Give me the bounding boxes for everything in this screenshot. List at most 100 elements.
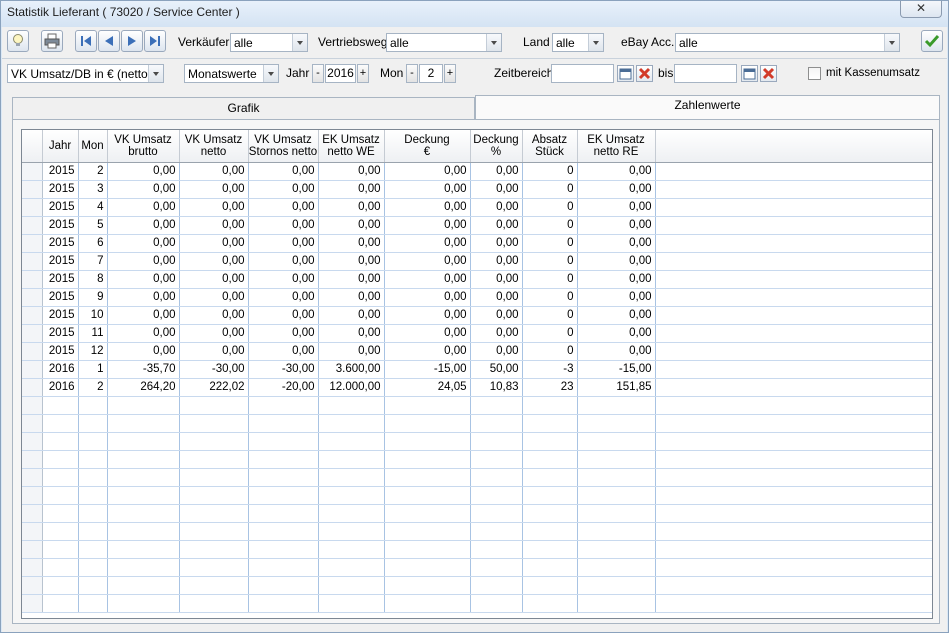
table-cell[interactable]: -15,00 — [577, 360, 656, 379]
row-indicator[interactable] — [22, 378, 43, 397]
table-cell[interactable] — [577, 576, 656, 595]
table-cell[interactable] — [470, 558, 523, 577]
mon-increment-button[interactable]: + — [444, 64, 456, 83]
table-cell[interactable] — [384, 522, 471, 541]
table-cell[interactable]: 50,00 — [470, 360, 523, 379]
mon-decrement-button[interactable]: - — [406, 64, 418, 83]
table-cell[interactable] — [107, 576, 180, 595]
calendar-icon[interactable] — [741, 65, 758, 82]
table-row[interactable] — [22, 432, 932, 451]
table-cell[interactable]: 0,00 — [318, 288, 385, 307]
table-cell[interactable] — [577, 522, 656, 541]
table-cell[interactable] — [107, 486, 180, 505]
row-indicator[interactable] — [22, 216, 43, 235]
table-cell[interactable]: 0,00 — [470, 162, 523, 181]
table-row[interactable]: 2015 7 0,00 0,00 0,00 0,00 0,00 0,00 0 0,00 — [22, 252, 932, 271]
table-cell[interactable]: 0,00 — [107, 270, 180, 289]
table-cell[interactable]: 0,00 — [107, 180, 180, 199]
table-cell[interactable]: 0,00 — [248, 342, 319, 361]
table-cell[interactable]: 0,00 — [577, 342, 656, 361]
table-cell[interactable] — [107, 540, 180, 559]
verkaeufer-select[interactable]: alle — [230, 33, 308, 52]
measure-select[interactable]: VK Umsatz/DB in € (netto) — [7, 64, 164, 83]
table-cell[interactable]: 0,00 — [577, 234, 656, 253]
table-cell[interactable]: 0,00 — [318, 234, 385, 253]
row-indicator[interactable] — [22, 234, 43, 253]
table-cell[interactable] — [522, 486, 578, 505]
table-cell[interactable]: 2 — [78, 162, 108, 181]
prev-icon[interactable] — [98, 30, 120, 52]
table-cell[interactable]: 0 — [522, 162, 578, 181]
row-indicator[interactable] — [22, 504, 43, 523]
clear-date-icon[interactable] — [636, 65, 653, 82]
table-cell[interactable]: 12 — [78, 342, 108, 361]
row-indicator[interactable] — [22, 270, 43, 289]
table-cell[interactable] — [42, 414, 79, 433]
table-cell[interactable] — [107, 432, 180, 451]
table-cell[interactable]: 0,00 — [384, 198, 471, 217]
table-row[interactable]: 2016 2 264,20 222,02 -20,00 12.000,00 24,05 10,… — [22, 378, 932, 397]
table-cell[interactable]: -35,70 — [107, 360, 180, 379]
table-cell[interactable] — [248, 540, 319, 559]
table-cell[interactable]: 0,00 — [470, 306, 523, 325]
table-cell[interactable]: 0,00 — [318, 216, 385, 235]
table-cell[interactable]: 0,00 — [318, 180, 385, 199]
table-cell[interactable] — [470, 540, 523, 559]
table-cell[interactable] — [522, 396, 578, 415]
table-cell[interactable]: 0,00 — [179, 270, 249, 289]
table-cell[interactable] — [179, 558, 249, 577]
table-cell[interactable]: 0,00 — [248, 270, 319, 289]
period-select[interactable]: Monatswerte — [184, 64, 279, 83]
table-cell[interactable]: 0,00 — [384, 342, 471, 361]
table-row[interactable] — [22, 594, 932, 613]
row-indicator[interactable] — [22, 342, 43, 361]
table-cell[interactable] — [470, 432, 523, 451]
table-cell[interactable] — [470, 522, 523, 541]
table-cell[interactable]: 0,00 — [248, 198, 319, 217]
table-cell[interactable]: 6 — [78, 234, 108, 253]
table-cell[interactable]: -15,00 — [384, 360, 471, 379]
table-cell[interactable]: 4 — [78, 198, 108, 217]
table-cell[interactable]: 0,00 — [107, 342, 180, 361]
table-cell[interactable]: 0,00 — [470, 288, 523, 307]
table-cell[interactable] — [78, 540, 108, 559]
table-cell[interactable] — [318, 558, 385, 577]
table-cell[interactable] — [248, 396, 319, 415]
table-cell[interactable]: 0,00 — [248, 252, 319, 271]
table-cell[interactable] — [522, 432, 578, 451]
table-cell[interactable]: 0,00 — [577, 306, 656, 325]
column-header[interactable]: VK Umsatz netto — [179, 130, 249, 163]
table-cell[interactable]: 0,00 — [179, 252, 249, 271]
table-cell[interactable] — [522, 558, 578, 577]
table-cell[interactable]: 2 — [78, 378, 108, 397]
table-cell[interactable] — [577, 504, 656, 523]
table-cell[interactable]: 0,00 — [318, 162, 385, 181]
table-cell[interactable] — [78, 486, 108, 505]
table-row[interactable]: 2015 3 0,00 0,00 0,00 0,00 0,00 0,00 0 0,00 — [22, 180, 932, 199]
table-cell[interactable]: 0,00 — [470, 198, 523, 217]
table-cell[interactable] — [179, 486, 249, 505]
table-cell[interactable]: 0,00 — [107, 306, 180, 325]
table-cell[interactable]: 0,00 — [384, 306, 471, 325]
column-header[interactable]: Deckung% — [470, 130, 523, 163]
table-cell[interactable] — [78, 468, 108, 487]
table-cell[interactable] — [42, 540, 79, 559]
table-cell[interactable] — [42, 558, 79, 577]
table-cell[interactable] — [248, 504, 319, 523]
column-header[interactable]: Deckung € — [384, 130, 471, 163]
row-indicator[interactable] — [22, 468, 43, 487]
table-cell[interactable]: 0,00 — [107, 162, 180, 181]
table-cell[interactable] — [384, 594, 471, 613]
row-indicator[interactable] — [22, 594, 43, 613]
table-cell[interactable]: 0,00 — [470, 234, 523, 253]
table-cell[interactable] — [107, 450, 180, 469]
table-cell[interactable]: 0,00 — [248, 180, 319, 199]
row-indicator[interactable] — [22, 252, 43, 271]
table-cell[interactable] — [318, 468, 385, 487]
table-cell[interactable]: 0,00 — [470, 252, 523, 271]
tab-grafik[interactable]: Grafik — [12, 97, 475, 119]
table-cell[interactable]: 0,00 — [179, 342, 249, 361]
table-cell[interactable]: 3 — [78, 180, 108, 199]
table-cell[interactable]: 0,00 — [384, 288, 471, 307]
table-cell[interactable]: 10,83 — [470, 378, 523, 397]
